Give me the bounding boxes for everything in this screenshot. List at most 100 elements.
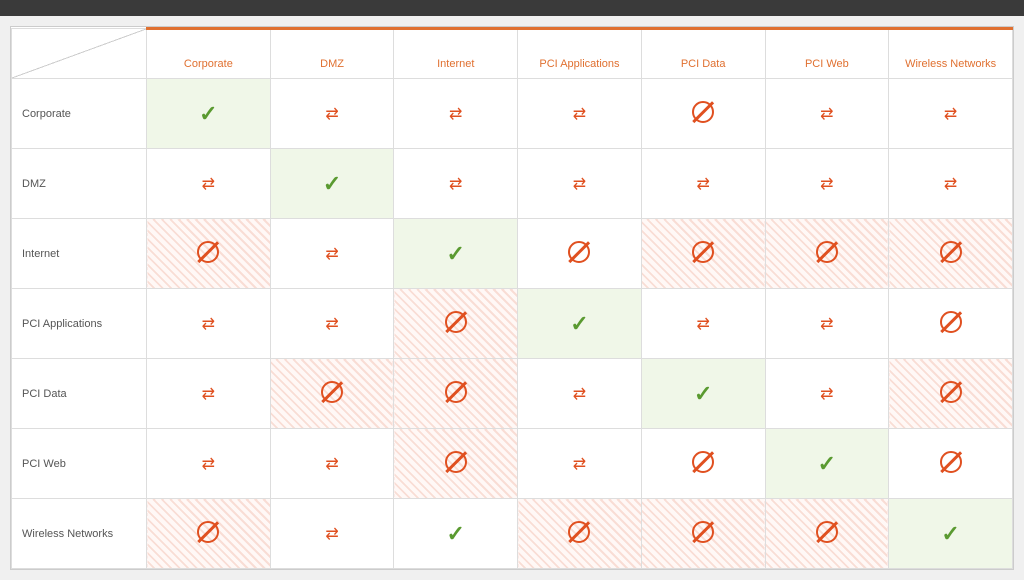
cell-5-0: ⇄	[147, 429, 271, 499]
col-header-2: Internet	[394, 29, 518, 79]
check-icon: ✓	[694, 381, 712, 406]
table-row: PCI Data ⇄ ⇄ ✓ ⇄	[12, 359, 1013, 429]
arrows-icon: ⇄	[820, 386, 833, 403]
check-icon: ✓	[447, 521, 465, 546]
cell-1-4: ⇄	[641, 149, 765, 219]
cell-1-6: ⇄	[889, 149, 1013, 219]
row-header-4: PCI Data	[12, 359, 147, 429]
cell-1-2: ⇄	[394, 149, 518, 219]
cell-6-4	[641, 499, 765, 569]
check-icon: ✓	[447, 241, 465, 266]
cell-6-3	[518, 499, 642, 569]
block-icon	[940, 381, 962, 403]
arrows-icon: ⇄	[202, 456, 215, 473]
arrows-icon: ⇄	[573, 386, 586, 403]
cell-4-5: ⇄	[765, 359, 889, 429]
check-icon: ✓	[199, 101, 217, 126]
row-header-0: Corporate	[12, 79, 147, 149]
row-header-3: PCI Applications	[12, 289, 147, 359]
check-icon: ✓	[941, 521, 959, 546]
compliance-matrix: CorporateDMZInternetPCI ApplicationsPCI …	[11, 27, 1013, 569]
row-header-1: DMZ	[12, 149, 147, 219]
table-row: DMZ ⇄ ✓ ⇄ ⇄ ⇄ ⇄ ⇄	[12, 149, 1013, 219]
cell-2-4	[641, 219, 765, 289]
table-row: Wireless Networks⇄✓✓	[12, 499, 1013, 569]
cell-6-2: ✓	[394, 499, 518, 569]
block-icon	[197, 521, 219, 543]
block-icon	[445, 311, 467, 333]
cell-4-2	[394, 359, 518, 429]
table-row: Internet ⇄ ✓	[12, 219, 1013, 289]
row-header-6: Wireless Networks	[12, 499, 147, 569]
cell-5-6	[889, 429, 1013, 499]
cell-6-5	[765, 499, 889, 569]
cell-2-6	[889, 219, 1013, 289]
cell-2-2: ✓	[394, 219, 518, 289]
col-header-5: PCI Web	[765, 29, 889, 79]
arrows-icon: ⇄	[820, 176, 833, 193]
arrows-icon: ⇄	[325, 246, 338, 263]
block-icon	[321, 381, 343, 403]
block-icon	[692, 521, 714, 543]
arrows-icon: ⇄	[202, 386, 215, 403]
cell-5-5: ✓	[765, 429, 889, 499]
block-icon	[197, 241, 219, 263]
cell-2-1: ⇄	[270, 219, 394, 289]
arrows-icon: ⇄	[325, 316, 338, 333]
arrows-icon: ⇄	[944, 106, 957, 123]
arrows-icon: ⇄	[202, 176, 215, 193]
col-header-4: PCI Data	[641, 29, 765, 79]
arrows-icon: ⇄	[573, 456, 586, 473]
arrows-icon: ⇄	[696, 316, 709, 333]
cell-4-0: ⇄	[147, 359, 271, 429]
cell-0-6: ⇄	[889, 79, 1013, 149]
cell-0-1: ⇄	[270, 79, 394, 149]
cell-5-4	[641, 429, 765, 499]
cell-4-1	[270, 359, 394, 429]
check-icon: ✓	[323, 171, 341, 196]
cell-0-4	[641, 79, 765, 149]
cell-4-4: ✓	[641, 359, 765, 429]
arrows-icon: ⇄	[573, 106, 586, 123]
block-icon	[816, 241, 838, 263]
cell-5-3: ⇄	[518, 429, 642, 499]
arrows-icon: ⇄	[449, 106, 462, 123]
arrows-icon: ⇄	[325, 106, 338, 123]
cell-0-5: ⇄	[765, 79, 889, 149]
cell-3-2	[394, 289, 518, 359]
table-row: Corporate ✓ ⇄ ⇄ ⇄ ⇄ ⇄	[12, 79, 1013, 149]
cell-3-1: ⇄	[270, 289, 394, 359]
cell-0-3: ⇄	[518, 79, 642, 149]
row-header-2: Internet	[12, 219, 147, 289]
cell-1-0: ⇄	[147, 149, 271, 219]
block-icon	[940, 241, 962, 263]
block-icon	[692, 241, 714, 263]
cell-6-6: ✓	[889, 499, 1013, 569]
arrows-icon: ⇄	[573, 176, 586, 193]
arrows-icon: ⇄	[325, 456, 338, 473]
table-row: PCI Applications⇄⇄✓⇄⇄	[12, 289, 1013, 359]
check-icon: ✓	[818, 451, 836, 476]
col-header-0: Corporate	[147, 29, 271, 79]
block-icon	[568, 521, 590, 543]
cell-3-6	[889, 289, 1013, 359]
arrows-icon: ⇄	[696, 176, 709, 193]
arrows-icon: ⇄	[202, 316, 215, 333]
arrows-icon: ⇄	[944, 176, 957, 193]
title-bar	[0, 0, 1024, 16]
col-header-6: Wireless Networks	[889, 29, 1013, 79]
cell-5-1: ⇄	[270, 429, 394, 499]
block-icon	[568, 241, 590, 263]
cell-2-5	[765, 219, 889, 289]
cell-4-3: ⇄	[518, 359, 642, 429]
table-container: CorporateDMZInternetPCI ApplicationsPCI …	[10, 26, 1014, 570]
row-header-5: PCI Web	[12, 429, 147, 499]
arrows-icon: ⇄	[449, 176, 462, 193]
block-icon	[692, 101, 714, 123]
cell-3-0: ⇄	[147, 289, 271, 359]
cell-0-0: ✓	[147, 79, 271, 149]
table-row: PCI Web ⇄ ⇄ ⇄ ✓	[12, 429, 1013, 499]
arrows-icon: ⇄	[820, 316, 833, 333]
cell-3-4: ⇄	[641, 289, 765, 359]
block-icon	[940, 451, 962, 473]
